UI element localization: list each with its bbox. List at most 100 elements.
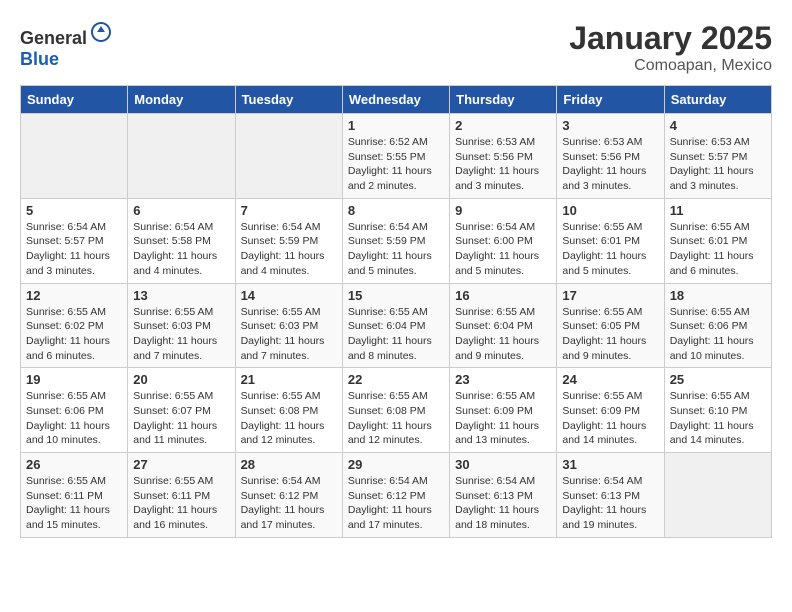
calendar-cell: 7Sunrise: 6:54 AM Sunset: 5:59 PM Daylig… — [235, 198, 342, 283]
day-info: Sunrise: 6:55 AM Sunset: 6:02 PM Dayligh… — [26, 305, 122, 364]
day-info: Sunrise: 6:55 AM Sunset: 6:04 PM Dayligh… — [348, 305, 444, 364]
calendar-cell: 2 Sunrise: 6:53 AM Sunset: 5:56 PM Daylig… — [450, 114, 557, 199]
calendar-table: SundayMondayTuesdayWednesdayThursdayFrid… — [20, 85, 772, 538]
day-info: Sunrise: 6:53 AM Sunset: 5:56 PM Dayligh… — [455, 135, 551, 194]
day-number: 11 — [670, 203, 766, 218]
calendar-cell: 11 Sunrise: 6:55 AM Sunset: 6:01 PM Dayli… — [664, 198, 771, 283]
day-info: Sunrise: 6:55 AM Sunset: 6:05 PM Dayligh… — [562, 305, 658, 364]
day-info: Sunrise: 6:55 AM Sunset: 6:10 PM Dayligh… — [670, 389, 766, 448]
page-header: General Blue January 2025 Comoapan, Mexi… — [20, 20, 772, 75]
calendar-cell: 30 Sunrise: 6:54 AM Sunset: 6:13 PM Dayli… — [450, 453, 557, 538]
day-info: Sunrise: 6:54 AM Sunset: 6:12 PM Dayligh… — [348, 474, 444, 533]
day-number: 3 — [562, 118, 658, 133]
day-info: Sunrise: 6:53 AM Sunset: 5:56 PM Dayligh… — [562, 135, 658, 194]
day-number: 29 — [348, 457, 444, 472]
day-info: Sunrise: 6:54 AM Sunset: 6:13 PM Dayligh… — [455, 474, 551, 533]
day-info: Sunrise: 6:55 AM Sunset: 6:06 PM Dayligh… — [26, 389, 122, 448]
day-info: Sunrise: 6:54 AM Sunset: 5:58 PM Dayligh… — [133, 220, 229, 279]
day-info: Sunrise: 6:54 AM Sunset: 6:12 PM Dayligh… — [241, 474, 337, 533]
day-number: 22 — [348, 372, 444, 387]
calendar-week-row: 19 Sunrise: 6:55 AM Sunset: 6:06 PM Dayli… — [21, 368, 772, 453]
day-number: 12 — [26, 288, 122, 303]
day-number: 15 — [348, 288, 444, 303]
calendar-week-row: 12 Sunrise: 6:55 AM Sunset: 6:02 PM Dayli… — [21, 283, 772, 368]
weekday-header: Thursday — [450, 86, 557, 114]
day-info: Sunrise: 6:55 AM Sunset: 6:09 PM Dayligh… — [562, 389, 658, 448]
calendar-cell: 16 Sunrise: 6:55 AM Sunset: 6:04 PM Dayli… — [450, 283, 557, 368]
day-info: Sunrise: 6:55 AM Sunset: 6:11 PM Dayligh… — [133, 474, 229, 533]
logo-general: General — [20, 28, 87, 48]
weekday-header: Friday — [557, 86, 664, 114]
calendar-cell: 5 Sunrise: 6:54 AM Sunset: 5:57 PM Daylig… — [21, 198, 128, 283]
day-number: 16 — [455, 288, 551, 303]
day-number: 19 — [26, 372, 122, 387]
day-number: 26 — [26, 457, 122, 472]
day-info: Sunrise: 6:55 AM Sunset: 6:01 PM Dayligh… — [670, 220, 766, 279]
logo-icon — [89, 20, 113, 44]
day-info: Sunrise: 6:55 AM Sunset: 6:08 PM Dayligh… — [241, 389, 337, 448]
logo: General Blue — [20, 20, 113, 70]
day-number: 20 — [133, 372, 229, 387]
calendar-cell: 31Sunrise: 6:54 AM Sunset: 6:13 PM Dayli… — [557, 453, 664, 538]
day-number: 30 — [455, 457, 551, 472]
day-number: 13 — [133, 288, 229, 303]
day-info: Sunrise: 6:55 AM Sunset: 6:04 PM Dayligh… — [455, 305, 551, 364]
day-info: Sunrise: 6:55 AM Sunset: 6:06 PM Dayligh… — [670, 305, 766, 364]
calendar-cell: 14 Sunrise: 6:55 AM Sunset: 6:03 PM Dayli… — [235, 283, 342, 368]
day-number: 28 — [241, 457, 337, 472]
day-number: 23 — [455, 372, 551, 387]
day-info: Sunrise: 6:55 AM Sunset: 6:03 PM Dayligh… — [241, 305, 337, 364]
calendar-week-row: 26 Sunrise: 6:55 AM Sunset: 6:11 PM Dayli… — [21, 453, 772, 538]
calendar-cell — [235, 114, 342, 199]
weekday-header: Sunday — [21, 86, 128, 114]
day-number: 25 — [670, 372, 766, 387]
calendar-cell — [21, 114, 128, 199]
calendar-week-row: 1Sunrise: 6:52 AM Sunset: 5:55 PM Daylig… — [21, 114, 772, 199]
calendar-cell: 4 Sunrise: 6:53 AM Sunset: 5:57 PM Daylig… — [664, 114, 771, 199]
day-number: 14 — [241, 288, 337, 303]
day-info: Sunrise: 6:55 AM Sunset: 6:03 PM Dayligh… — [133, 305, 229, 364]
day-number: 9 — [455, 203, 551, 218]
day-info: Sunrise: 6:54 AM Sunset: 6:00 PM Dayligh… — [455, 220, 551, 279]
day-number: 4 — [670, 118, 766, 133]
calendar-cell: 27 Sunrise: 6:55 AM Sunset: 6:11 PM Dayli… — [128, 453, 235, 538]
calendar-cell: 29 Sunrise: 6:54 AM Sunset: 6:12 PM Dayli… — [342, 453, 449, 538]
location-title: Comoapan, Mexico — [569, 57, 772, 75]
day-info: Sunrise: 6:55 AM Sunset: 6:09 PM Dayligh… — [455, 389, 551, 448]
day-number: 31 — [562, 457, 658, 472]
day-info: Sunrise: 6:53 AM Sunset: 5:57 PM Dayligh… — [670, 135, 766, 194]
calendar-cell: 24 Sunrise: 6:55 AM Sunset: 6:09 PM Dayli… — [557, 368, 664, 453]
day-info: Sunrise: 6:55 AM Sunset: 6:11 PM Dayligh… — [26, 474, 122, 533]
day-number: 1 — [348, 118, 444, 133]
calendar-cell — [128, 114, 235, 199]
calendar-cell — [664, 453, 771, 538]
calendar-cell: 22 Sunrise: 6:55 AM Sunset: 6:08 PM Dayli… — [342, 368, 449, 453]
weekday-header: Monday — [128, 86, 235, 114]
calendar-cell: 18Sunrise: 6:55 AM Sunset: 6:06 PM Dayli… — [664, 283, 771, 368]
day-number: 8 — [348, 203, 444, 218]
calendar-week-row: 5 Sunrise: 6:54 AM Sunset: 5:57 PM Daylig… — [21, 198, 772, 283]
calendar-cell: 1Sunrise: 6:52 AM Sunset: 5:55 PM Daylig… — [342, 114, 449, 199]
calendar-cell: 12 Sunrise: 6:55 AM Sunset: 6:02 PM Dayli… — [21, 283, 128, 368]
calendar-cell: 28 Sunrise: 6:54 AM Sunset: 6:12 PM Dayli… — [235, 453, 342, 538]
day-number: 5 — [26, 203, 122, 218]
weekday-header: Tuesday — [235, 86, 342, 114]
calendar-cell: 23 Sunrise: 6:55 AM Sunset: 6:09 PM Dayli… — [450, 368, 557, 453]
day-number: 21 — [241, 372, 337, 387]
logo-blue: Blue — [20, 49, 59, 69]
day-number: 2 — [455, 118, 551, 133]
calendar-header-row: SundayMondayTuesdayWednesdayThursdayFrid… — [21, 86, 772, 114]
calendar-cell: 9 Sunrise: 6:54 AM Sunset: 6:00 PM Daylig… — [450, 198, 557, 283]
calendar-cell: 15 Sunrise: 6:55 AM Sunset: 6:04 PM Dayli… — [342, 283, 449, 368]
day-info: Sunrise: 6:54 AM Sunset: 5:57 PM Dayligh… — [26, 220, 122, 279]
day-number: 24 — [562, 372, 658, 387]
day-info: Sunrise: 6:55 AM Sunset: 6:07 PM Dayligh… — [133, 389, 229, 448]
day-number: 27 — [133, 457, 229, 472]
day-number: 10 — [562, 203, 658, 218]
day-info: Sunrise: 6:55 AM Sunset: 6:08 PM Dayligh… — [348, 389, 444, 448]
title-block: January 2025 Comoapan, Mexico — [569, 20, 772, 75]
calendar-cell: 8Sunrise: 6:54 AM Sunset: 5:59 PM Daylig… — [342, 198, 449, 283]
calendar-cell: 26 Sunrise: 6:55 AM Sunset: 6:11 PM Dayli… — [21, 453, 128, 538]
calendar-cell: 25 Sunrise: 6:55 AM Sunset: 6:10 PM Dayli… — [664, 368, 771, 453]
day-number: 17 — [562, 288, 658, 303]
